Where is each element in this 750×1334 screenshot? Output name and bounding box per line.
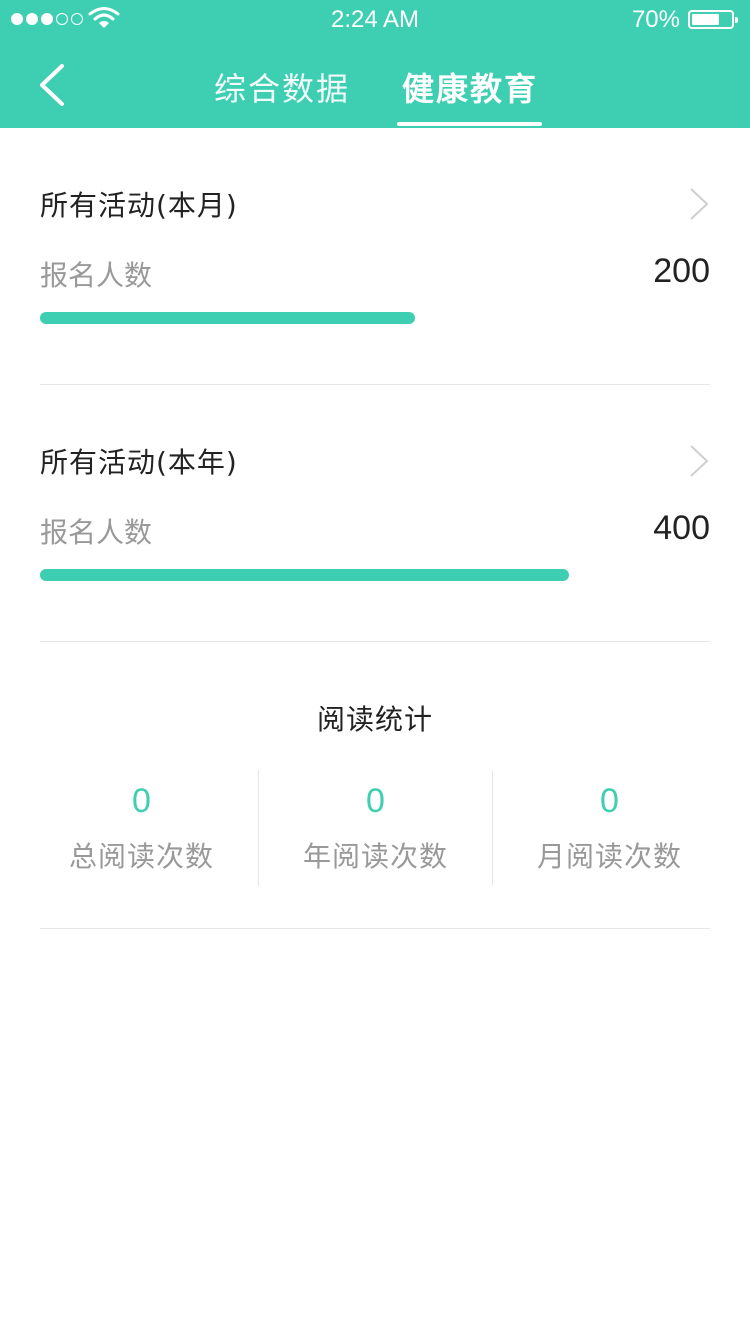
activity-title: 所有活动(本月) (40, 189, 238, 222)
battery-nub (735, 17, 738, 23)
divider (40, 928, 710, 929)
battery-percentage: 70% (631, 6, 680, 33)
stat-month-reads[interactable]: 0 月阅读次数 (508, 770, 711, 886)
activity-card-month[interactable]: 所有活动(本月) 报名人数 200 (40, 184, 710, 334)
activity-title: 所有活动(本年) (40, 446, 238, 479)
signup-count-label: 报名人数 (40, 516, 153, 549)
stat-label: 月阅读次数 (536, 840, 682, 873)
reading-stats-title: 阅读统计 (316, 703, 433, 736)
stat-label: 总阅读次数 (68, 840, 214, 873)
status-bar: 2:24 AM 70% (0, 0, 750, 40)
tab-comprehensive-data[interactable]: 综合数据 (214, 64, 350, 110)
tab-health-education[interactable]: 健康教育 (402, 64, 538, 110)
stat-divider (492, 770, 493, 886)
activity-card-year[interactable]: 所有活动(本年) 报名人数 400 (40, 441, 710, 591)
stat-total-reads[interactable]: 0 总阅读次数 (40, 770, 243, 886)
battery-icon (688, 10, 738, 29)
progress-bar (40, 312, 710, 324)
chevron-right-icon[interactable] (688, 186, 710, 222)
stat-value: 0 (132, 782, 151, 820)
divider (40, 384, 710, 385)
progress-fill (40, 312, 416, 324)
chevron-right-icon[interactable] (688, 443, 710, 479)
chevron-left-icon (40, 64, 64, 106)
progress-bar (40, 569, 710, 581)
active-tab-indicator (397, 122, 542, 126)
battery-fill (692, 14, 719, 25)
signup-count-value: 400 (653, 509, 710, 547)
signup-count-value: 200 (653, 252, 710, 290)
stat-value: 0 (366, 782, 385, 820)
signup-count-label: 报名人数 (40, 259, 153, 292)
stat-divider (258, 770, 259, 886)
progress-fill (40, 569, 570, 581)
header: 2:24 AM 70% 综合数据 健康教育 (0, 0, 750, 128)
back-button[interactable] (28, 60, 78, 110)
stat-value: 0 (600, 782, 619, 820)
stat-label: 年阅读次数 (302, 840, 448, 873)
divider (40, 641, 710, 642)
stat-year-reads[interactable]: 0 年阅读次数 (274, 770, 477, 886)
